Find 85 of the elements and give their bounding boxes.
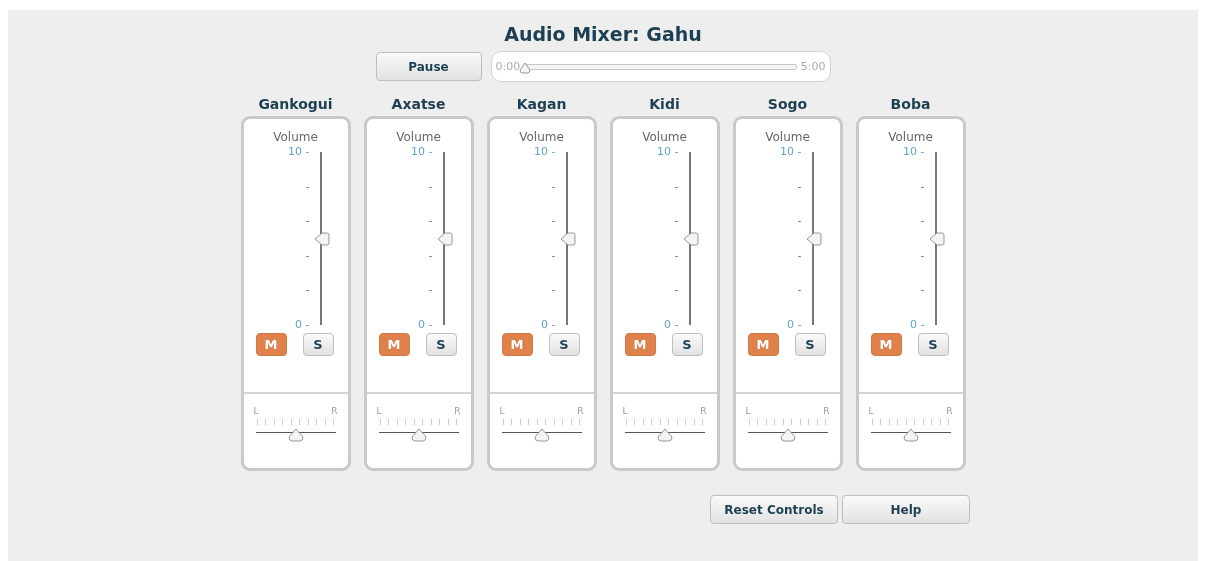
- right-label: R: [331, 406, 338, 416]
- scale-label: -: [674, 249, 679, 262]
- channel-name: Sogo: [767, 96, 808, 114]
- right-label: R: [700, 406, 707, 416]
- volume-slider-handle[interactable]: [682, 231, 699, 246]
- scale-label: -: [551, 284, 556, 297]
- scale-label: -: [674, 180, 679, 193]
- volume-label: Volume: [888, 130, 933, 144]
- scale-label: 10 -: [657, 146, 679, 158]
- pan-slider-handle[interactable]: [779, 428, 796, 442]
- channel-name: Boba: [890, 96, 931, 114]
- right-label: R: [946, 406, 953, 416]
- scale-label: 0 -: [664, 318, 679, 331]
- scale-label: -: [551, 249, 556, 262]
- scale-label: -: [797, 284, 802, 297]
- scale-label: -: [797, 249, 802, 262]
- volume-label: Volume: [642, 130, 687, 144]
- solo-button[interactable]: S: [425, 333, 457, 356]
- left-label: L: [745, 406, 751, 416]
- scale-label: -: [674, 284, 679, 297]
- scale-label: -: [428, 284, 433, 297]
- right-label: R: [823, 406, 830, 416]
- reset-button[interactable]: Reset Controls: [710, 495, 838, 524]
- pan-slider-handle[interactable]: [287, 428, 304, 442]
- pan-slider-handle[interactable]: [410, 428, 427, 442]
- left-label: L: [868, 406, 874, 416]
- start-time: 0:00: [495, 60, 521, 73]
- scale-label: 10 -: [903, 146, 925, 158]
- volume-label: Volume: [396, 130, 441, 144]
- scale-label: -: [797, 180, 802, 193]
- scale-label: 0 -: [418, 318, 433, 331]
- scale-label: 0 -: [541, 318, 556, 331]
- solo-button[interactable]: S: [794, 333, 826, 356]
- solo-button[interactable]: S: [548, 333, 580, 356]
- solo-button[interactable]: S: [671, 333, 703, 356]
- scale-label: -: [305, 180, 310, 193]
- scale-label: 0 -: [910, 318, 925, 331]
- pan-slider-handle[interactable]: [533, 428, 550, 442]
- scale-label: -: [920, 180, 925, 193]
- volume-slider-handle[interactable]: [559, 231, 576, 246]
- volume-slider-handle[interactable]: [928, 231, 945, 246]
- scale-label: -: [428, 180, 433, 193]
- channel-name: Kagan: [516, 96, 567, 114]
- scale-label: -: [920, 215, 925, 228]
- left-label: L: [253, 406, 259, 416]
- scale-label: 10 -: [780, 146, 802, 158]
- left-label: L: [622, 406, 628, 416]
- pan-slider-handle[interactable]: [902, 428, 919, 442]
- volume-label: Volume: [273, 130, 318, 144]
- left-label: L: [499, 406, 505, 416]
- scale-label: -: [551, 215, 556, 228]
- scale-label: -: [920, 249, 925, 262]
- scale-label: -: [428, 215, 433, 228]
- scale-label: -: [305, 284, 310, 297]
- solo-button[interactable]: S: [917, 333, 949, 356]
- right-label: R: [454, 406, 461, 416]
- volume-slider-handle[interactable]: [313, 231, 330, 246]
- pause-button[interactable]: Pause: [375, 52, 482, 81]
- scale-label: -: [674, 215, 679, 228]
- channel-name: Axatse: [391, 96, 446, 114]
- volume-label: Volume: [519, 130, 564, 144]
- scale-label: -: [797, 215, 802, 228]
- scale-label: 10 -: [534, 146, 556, 158]
- scale-label: -: [920, 284, 925, 297]
- solo-button[interactable]: S: [302, 333, 334, 356]
- scale-label: -: [551, 180, 556, 193]
- right-label: R: [577, 406, 584, 416]
- slider-handle[interactable]: [519, 61, 532, 74]
- scale-label: -: [305, 215, 310, 228]
- help-button[interactable]: Help: [842, 495, 970, 524]
- scale-label: -: [428, 249, 433, 262]
- channel-name: Kidi: [649, 96, 680, 114]
- scale-label: 0 -: [295, 318, 310, 331]
- channel-name: Gankogui: [258, 96, 333, 114]
- scale-label: 10 -: [411, 146, 433, 158]
- window-title: Audio Mixer: Gahu: [504, 23, 702, 45]
- pan-slider-handle[interactable]: [656, 428, 673, 442]
- end-time: 5:00: [800, 60, 826, 73]
- scale-label: 0 -: [787, 318, 802, 331]
- scale-label: -: [305, 249, 310, 262]
- volume-slider-handle[interactable]: [436, 231, 453, 246]
- volume-label: Volume: [765, 130, 810, 144]
- left-label: L: [376, 406, 382, 416]
- volume-slider-handle[interactable]: [805, 231, 822, 246]
- scale-label: 10 -: [288, 146, 310, 158]
